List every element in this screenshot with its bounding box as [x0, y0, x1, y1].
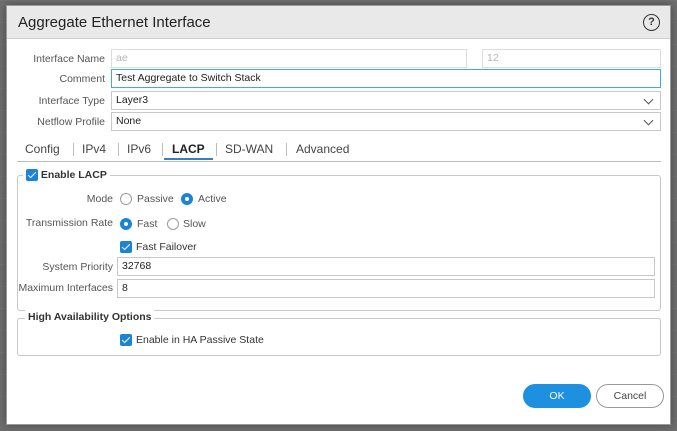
tab-ipv6[interactable]: IPv6: [119, 140, 159, 158]
rate-fast-radio[interactable]: [120, 218, 132, 230]
netflow-profile-value: None: [116, 115, 142, 127]
interface-type-select[interactable]: Layer3: [111, 91, 661, 110]
tab-divider: [286, 143, 287, 156]
dialog-titlebar: Aggregate Ethernet Interface ?: [7, 6, 670, 39]
tab-ipv4[interactable]: IPv4: [74, 140, 114, 158]
ok-button[interactable]: OK: [523, 384, 591, 408]
dialog-title: Aggregate Ethernet Interface: [18, 14, 211, 31]
mode-passive-radio[interactable]: [120, 193, 132, 205]
chevron-down-icon: [643, 115, 654, 126]
rate-fast-label: Fast: [137, 218, 158, 230]
mode-active-radio[interactable]: [181, 193, 193, 205]
ha-options-legend: High Availability Options: [25, 310, 155, 324]
netflow-profile-label: Netflow Profile: [37, 116, 105, 128]
enable-ha-passive-label: Enable in HA Passive State: [136, 334, 264, 346]
enable-lacp-checkbox[interactable]: [26, 169, 38, 182]
aggregate-ethernet-dialog: Aggregate Ethernet Interface ? Interface…: [6, 5, 671, 425]
mode-label: Mode: [86, 193, 113, 205]
interface-name-number-field: 12: [482, 49, 661, 68]
system-priority-input[interactable]: 32768: [117, 257, 655, 276]
tab-divider: [162, 143, 163, 156]
rate-slow-radio[interactable]: [167, 218, 179, 230]
maximum-interfaces-input[interactable]: 8: [117, 279, 655, 298]
enable-lacp-legend[interactable]: Enable LACP: [23, 168, 110, 182]
mode-passive-label: Passive: [137, 193, 174, 205]
enable-ha-passive-checkbox[interactable]: [120, 334, 132, 346]
interface-name-prefix-field: ae: [111, 49, 467, 68]
tab-config[interactable]: Config: [17, 140, 68, 158]
maximum-interfaces-label: Maximum Interfaces: [18, 282, 113, 294]
comment-input[interactable]: Test Aggregate to Switch Stack: [111, 69, 661, 88]
system-priority-label: System Priority: [42, 261, 113, 273]
interface-name-label: Interface Name: [33, 53, 105, 65]
rate-slow-label: Slow: [183, 218, 206, 230]
tab-advanced[interactable]: Advanced: [288, 140, 357, 158]
fast-failover-label: Fast Failover: [136, 241, 197, 253]
enable-lacp-label: Enable LACP: [40, 169, 107, 181]
question-circle-icon[interactable]: ?: [643, 14, 660, 31]
comment-label: Comment: [59, 73, 105, 85]
transmission-rate-label: Transmission Rate: [25, 217, 113, 229]
interface-type-value: Layer3: [116, 94, 149, 106]
interface-type-label: Interface Type: [38, 95, 105, 107]
fast-failover-checkbox[interactable]: [120, 241, 132, 253]
tab-bar: Config IPv4 IPv6 LACP SD-WAN Advanced: [17, 138, 661, 162]
tab-sd-wan[interactable]: SD-WAN: [217, 140, 281, 158]
mode-active-label: Active: [198, 193, 227, 205]
cancel-button[interactable]: Cancel: [596, 384, 664, 408]
chevron-down-icon: [643, 94, 654, 105]
netflow-profile-select[interactable]: None: [111, 112, 661, 131]
tab-lacp[interactable]: LACP: [164, 140, 213, 160]
